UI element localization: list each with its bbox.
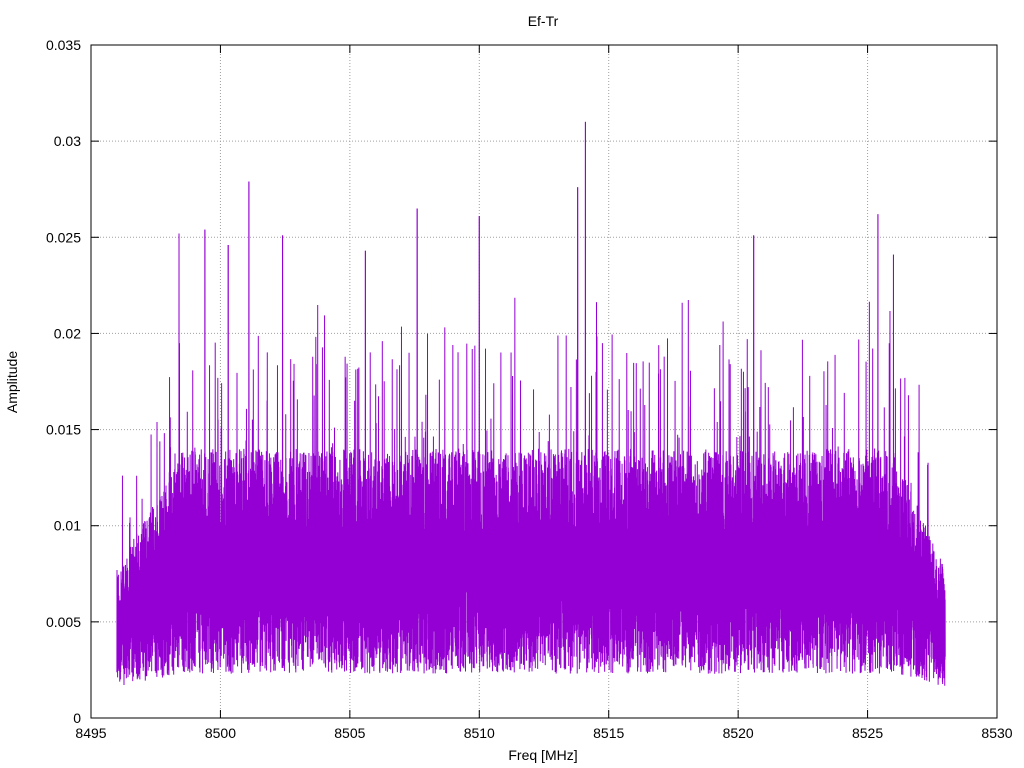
y-axis-label: Amplitude [4,351,20,413]
y-tick-label: 0 [73,710,81,726]
chart-title: Ef-Tr [528,13,559,29]
y-tick-label: 0.01 [54,518,81,534]
y-tick-label: 0.03 [54,133,81,149]
x-tick-label: 8510 [464,725,495,741]
x-tick-label: 8495 [75,725,106,741]
y-tick-label: 0.025 [46,229,81,245]
y-tick-label: 0.02 [54,325,81,341]
y-tick-label: 0.005 [46,614,81,630]
x-tick-label: 8530 [981,725,1012,741]
y-tick-label: 0.035 [46,37,81,53]
x-tick-label: 8500 [205,725,236,741]
x-tick-label: 8515 [593,725,624,741]
amplitude-spectrum-chart: 8495 8500 8505 8510 8515 8520 8525 8530 0 0.005 0.… [0,0,1024,768]
x-tick-label: 8505 [334,725,365,741]
x-tick-label: 8525 [852,725,883,741]
x-axis-label: Freq [MHz] [508,747,577,763]
x-tick-label: 8520 [723,725,754,741]
y-tick-label: 0.015 [46,422,81,438]
